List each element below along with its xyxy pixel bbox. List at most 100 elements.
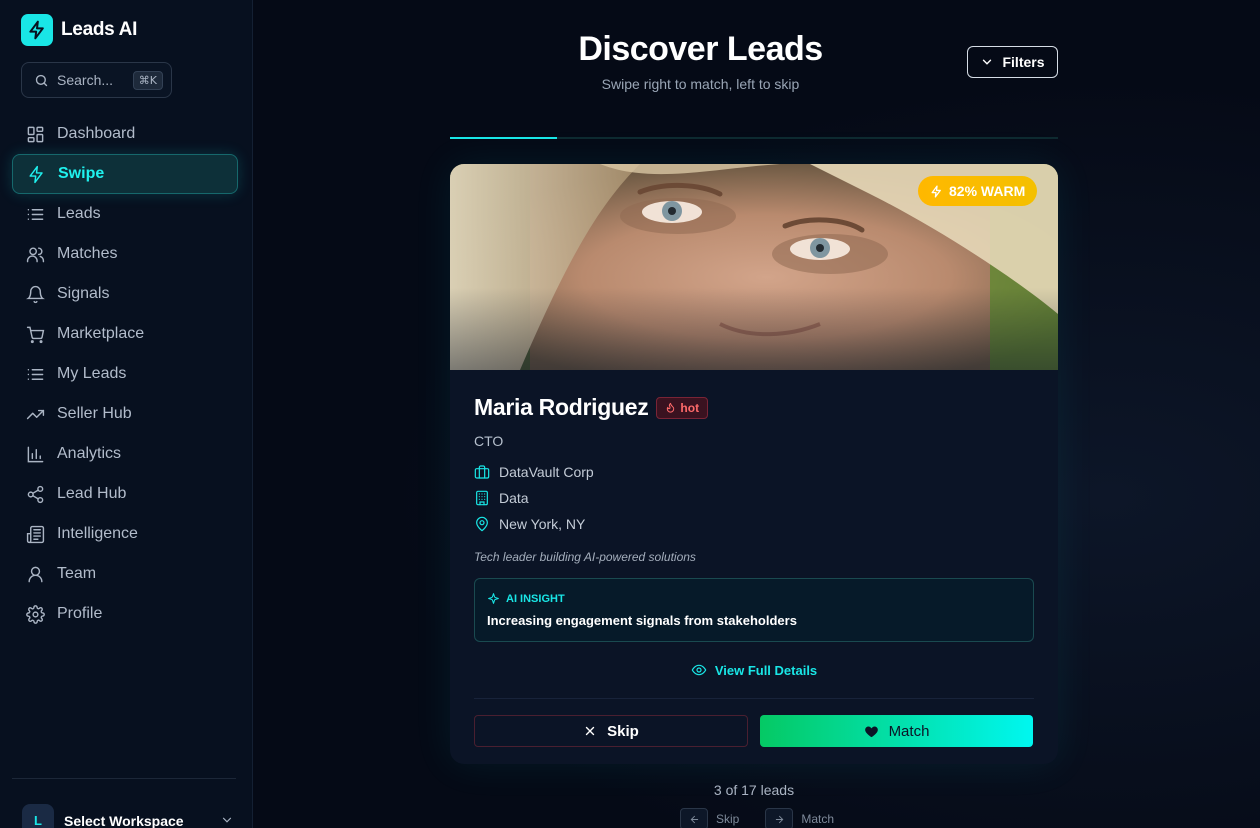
lead-tagline: Tech leader building AI-powered solution… [474, 550, 696, 564]
eye-icon [691, 664, 707, 676]
lead-location: New York, NY [499, 515, 586, 532]
sidebar-item-intelligence[interactable]: Intelligence [12, 514, 238, 554]
arrow-left-icon [690, 815, 698, 823]
filters-label: Filters [1002, 54, 1045, 70]
main-content: Discover Leads Swipe right to match, lef… [253, 0, 1260, 828]
sidebar-item-marketplace[interactable]: Marketplace [12, 314, 238, 354]
page-subtitle: Swipe right to match, left to skip [601, 76, 800, 92]
sidebar-item-analytics[interactable]: Analytics [12, 434, 238, 474]
search-label: Search... [57, 72, 114, 88]
brand[interactable]: Leads AI [21, 14, 137, 46]
lead-company: DataVault Corp [499, 463, 594, 480]
sidebar-item-profile[interactable]: Profile [12, 594, 238, 634]
sidebar-item-swipe[interactable]: Swipe [12, 154, 238, 194]
sidebar-item-label: Matches [57, 245, 118, 262]
keyboard-hints: Skip Match [680, 808, 834, 828]
sidebar-item-label: Seller Hub [57, 405, 132, 422]
sidebar-item-label: Lead Hub [57, 485, 127, 502]
card-actions: Skip Match [474, 715, 1034, 747]
sidebar-item-label: Signals [57, 285, 110, 302]
sidebar-item-label: Profile [57, 605, 103, 622]
lead-location-row: New York, NY [474, 515, 1034, 532]
trending-up-icon [26, 409, 45, 419]
swipe-progress-bar [450, 137, 1058, 139]
building-icon [476, 490, 488, 505]
search-icon [35, 74, 48, 86]
match-button[interactable]: Match [760, 715, 1033, 747]
sidebar-item-signals[interactable]: Signals [12, 274, 238, 314]
users-icon [26, 246, 45, 262]
lead-industry: Data [499, 489, 529, 506]
lead-name: Maria Rodriguez [474, 394, 649, 420]
lead-name-row: Maria Rodriguez hot [474, 394, 1034, 421]
view-full-details-link[interactable]: View Full Details [474, 662, 1034, 678]
lead-score-label: 82% WARM [949, 183, 1026, 199]
search-shortcut: ⌘K [132, 70, 163, 90]
hint-match-label: Match [801, 812, 835, 826]
sidebar-item-leads[interactable]: Leads [12, 194, 238, 234]
briefcase-icon [474, 464, 490, 479]
sidebar-item-my-leads[interactable]: My Leads [12, 354, 238, 394]
sidebar: Leads AI Search... ⌘K Dashboard Swipe Le… [0, 0, 253, 828]
card-divider [474, 698, 1034, 699]
sidebar-item-label: Swipe [58, 165, 105, 182]
heart-icon [864, 726, 878, 737]
newspaper-icon [26, 525, 45, 543]
chevron-down-icon [983, 59, 992, 65]
sidebar-item-lead-hub[interactable]: Lead Hub [12, 474, 238, 514]
flame-icon [667, 402, 675, 413]
workspace-label: Select Workspace [64, 813, 184, 828]
bar-chart-icon [27, 446, 44, 462]
left-arrow-key [680, 808, 708, 828]
lead-industry-row: Data [474, 489, 1034, 506]
brand-name: Leads AI [61, 19, 138, 40]
bolt-logo-icon [21, 14, 53, 46]
sidebar-item-label: Dashboard [57, 125, 136, 142]
app-root: Leads AI Search... ⌘K Dashboard Swipe Le… [0, 0, 1260, 828]
user-icon [28, 566, 43, 582]
ai-insight-box: AI INSIGHT Increasing engagement signals… [474, 578, 1034, 642]
lead-counter: 3 of 17 leads [713, 782, 795, 798]
swipe-progress-fill [450, 137, 557, 139]
sidebar-item-label: My Leads [57, 365, 127, 382]
skip-button[interactable]: Skip [474, 715, 748, 747]
sidebar-item-label: Intelligence [57, 525, 138, 542]
sidebar-divider [12, 778, 236, 779]
lead-card[interactable]: 82% WARM Maria Rodriguez hot CTO DataVau… [450, 164, 1058, 764]
workspace-selector[interactable]: L Select Workspace [22, 804, 234, 828]
close-icon [585, 726, 595, 736]
map-pin-icon [476, 516, 488, 531]
sidebar-item-label: Leads [57, 205, 101, 222]
sidebar-item-team[interactable]: Team [12, 554, 238, 594]
ai-insight-heading: AI INSIGHT [506, 592, 565, 605]
search-button[interactable]: Search... ⌘K [21, 62, 172, 98]
lead-card-body: Maria Rodriguez hot CTO DataVault Corp D… [474, 394, 1034, 747]
bolt-icon [29, 165, 43, 183]
temperature-badge: hot [656, 396, 709, 419]
sidebar-item-dashboard[interactable]: Dashboard [12, 114, 238, 154]
cart-icon [26, 326, 45, 343]
lead-score-badge: 82% WARM [918, 176, 1038, 206]
sidebar-item-label: Analytics [57, 445, 122, 462]
ai-insight-text: Increasing engagement signals from stake… [487, 613, 797, 628]
sidebar-item-seller-hub[interactable]: Seller Hub [12, 394, 238, 434]
workspace-avatar: L [22, 804, 54, 828]
lead-info-list: DataVault Corp Data New York, NY [474, 463, 1034, 532]
sparkles-icon [488, 593, 499, 604]
lead-job-title: CTO [474, 433, 504, 449]
list-icon [27, 208, 44, 220]
temperature-label: hot [680, 400, 700, 415]
hint-skip-label: Skip [716, 812, 740, 826]
right-arrow-key [765, 808, 794, 828]
view-full-details-label: View Full Details [714, 662, 818, 678]
chevron-down-icon [222, 817, 232, 823]
sidebar-item-matches[interactable]: Matches [12, 234, 238, 274]
arrow-right-icon [775, 815, 784, 823]
lead-company-row: DataVault Corp [474, 463, 1034, 480]
gear-icon [26, 604, 45, 624]
filters-button[interactable]: Filters [967, 46, 1058, 78]
bolt-icon [931, 184, 941, 198]
bell-icon [26, 285, 45, 303]
grid-icon [27, 126, 44, 142]
skip-label: Skip [607, 722, 639, 740]
